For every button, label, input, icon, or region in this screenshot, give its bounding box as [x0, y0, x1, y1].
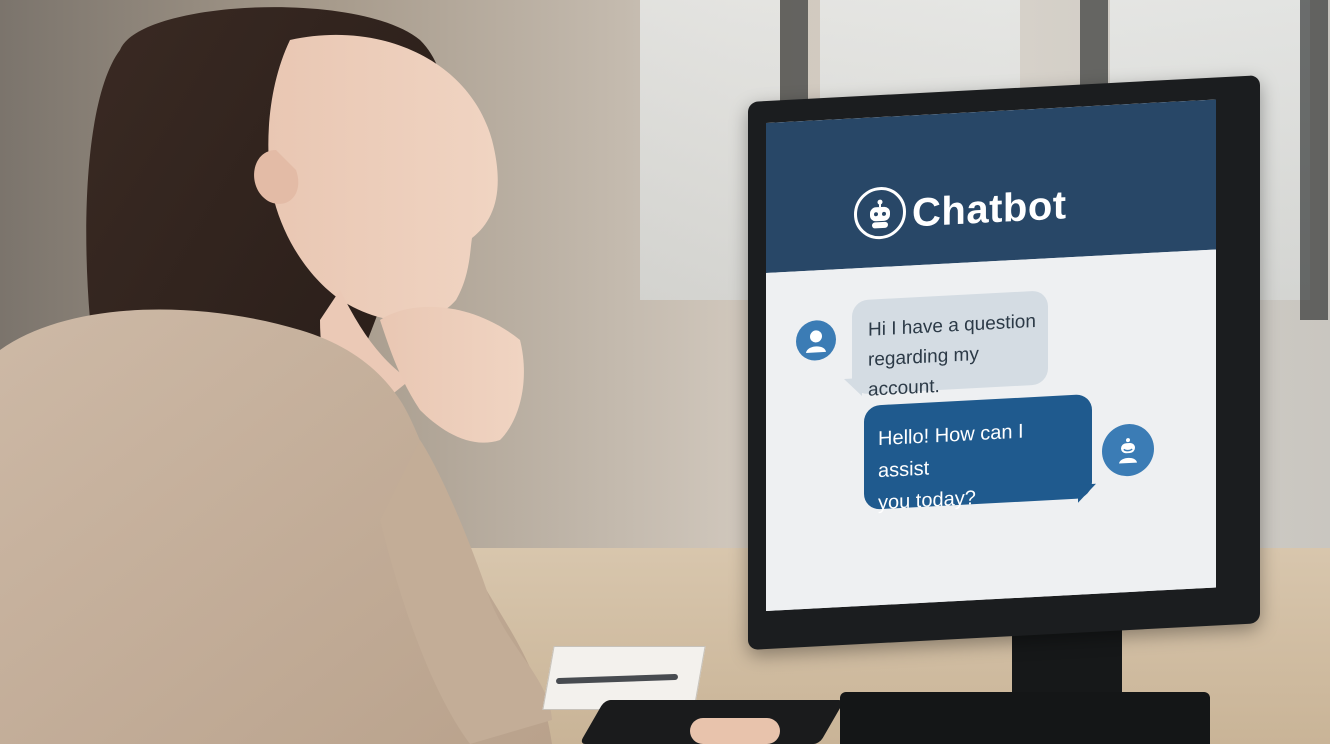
monitor-base — [840, 692, 1210, 744]
chatbot-screen: Chatbot Hi I have a question regarding m… — [766, 99, 1216, 612]
scene: Chatbot Hi I have a question regarding m… — [0, 0, 1330, 744]
window-pillar — [1300, 0, 1328, 320]
message-text-line: Hello! How can I assist — [878, 420, 1024, 483]
user-avatar-icon — [796, 319, 836, 362]
chatbot-header: Chatbot — [766, 99, 1216, 274]
robot-icon — [854, 185, 906, 241]
chatbot-title: Chatbot — [912, 183, 1067, 236]
bubble-tail — [1078, 483, 1096, 503]
message-text-line: regarding my account. — [868, 343, 979, 401]
hand — [690, 718, 780, 744]
message-bot: Hello! How can I assist you today? — [864, 393, 1092, 514]
message-list: Hi I have a question regarding my accoun… — [766, 249, 1216, 612]
message-user: Hi I have a question regarding my accoun… — [852, 290, 1048, 401]
bubble-tail — [844, 378, 862, 397]
robot-avatar-icon — [1102, 422, 1154, 478]
monitor: Chatbot Hi I have a question regarding m… — [748, 75, 1260, 650]
woman-figure — [0, 7, 552, 744]
